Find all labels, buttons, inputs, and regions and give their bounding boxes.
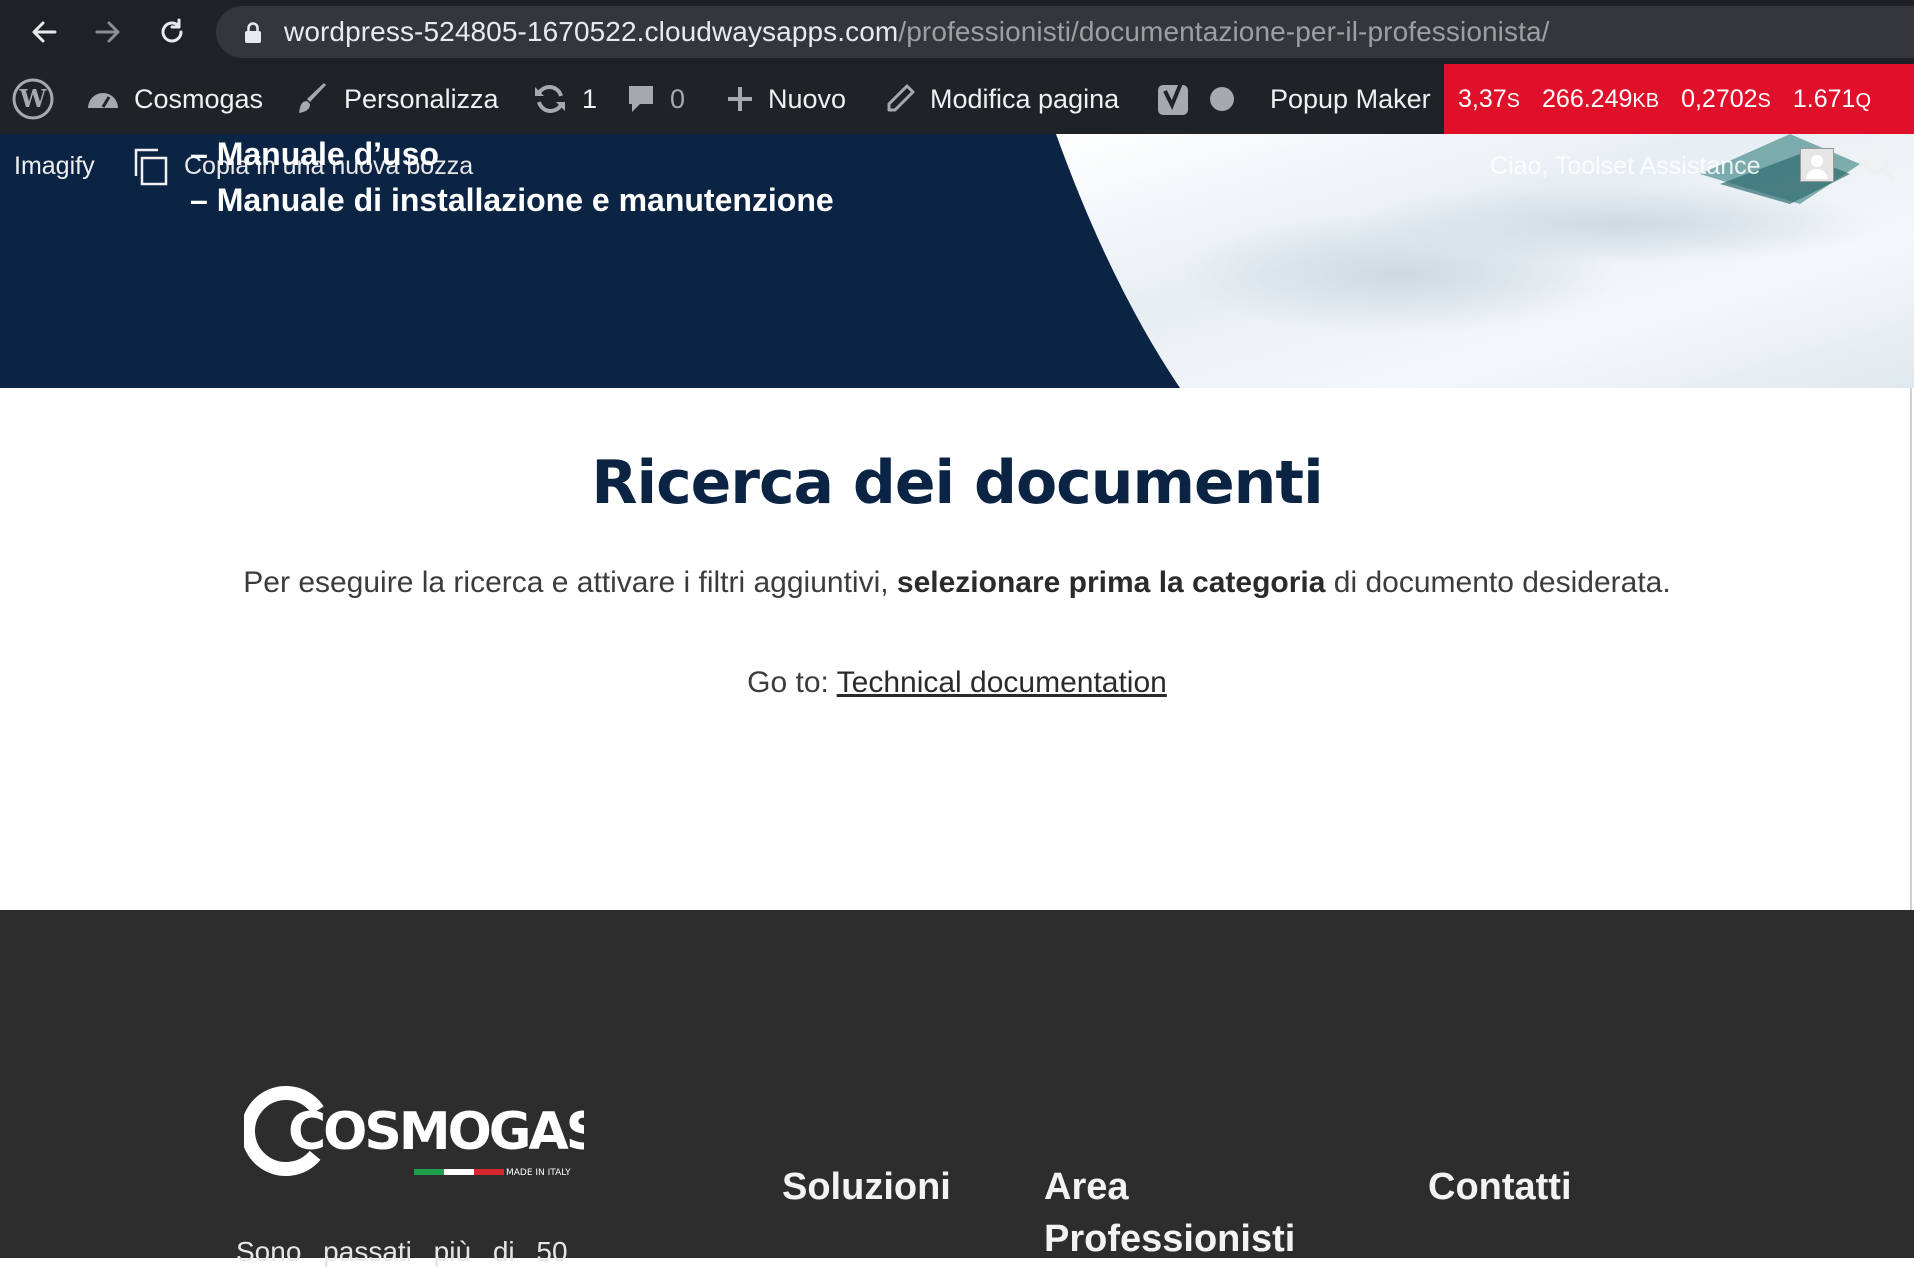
yoast-icon (1158, 82, 1188, 115)
popup-maker-label: Popup Maker (1270, 83, 1431, 114)
url-path: /professionisti/documentazione-per-il-pr… (898, 16, 1550, 47)
footer-heading-area-line1: Area (1044, 1166, 1129, 1208)
svg-text:COSMOGAS: COSMOGAS (288, 1102, 584, 1162)
page-title: Ricerca dei documenti (591, 448, 1323, 518)
comments-link[interactable]: 0 (626, 64, 685, 134)
new-label: Nuovo (768, 83, 847, 114)
arrow-left-icon (32, 21, 57, 43)
forward-button[interactable] (88, 12, 128, 52)
reload-icon (161, 18, 183, 43)
comments-count: 0 (670, 83, 686, 114)
imagify-link[interactable]: Imagify (14, 152, 95, 181)
updates-link[interactable]: 1 (532, 64, 597, 134)
site-name: Cosmogas (134, 83, 264, 114)
back-button[interactable] (24, 12, 64, 52)
seo-status-dot-icon (1210, 87, 1234, 111)
search-icon[interactable] (1862, 148, 1896, 182)
goto-line: Go to: Technical documentation (0, 666, 1914, 700)
technical-documentation-link[interactable]: Technical documentation (837, 666, 1167, 699)
url-text: wordpress-524805-1670522.cloudwaysapps.c… (284, 16, 1550, 48)
cosmogas-logo[interactable]: COSMOGAS MADE IN ITALY (244, 1085, 584, 1183)
qm-memory: 266.249KB (1542, 84, 1660, 113)
yoast-seo-menu[interactable] (1156, 64, 1236, 134)
edit-page-label: Modifica pagina (930, 83, 1120, 114)
new-content-menu[interactable]: Nuovo (726, 64, 846, 134)
svg-text:MADE IN ITALY: MADE IN ITALY (506, 1168, 571, 1178)
greeting-account[interactable]: Ciao, Toolset Assistance (1490, 152, 1761, 181)
hero-menu-item-installation[interactable]: – Manuale di installazione e manutenzion… (190, 182, 834, 219)
wp-admin-bar: W Cosmogas Personalizza 1 0 Nuovo Modifi… (0, 64, 1914, 134)
svg-text:W: W (19, 84, 48, 113)
arrow-right-icon (95, 21, 120, 43)
intro-text-end: di documento desiderata. (1325, 566, 1671, 599)
hero-menu-item-manual[interactable]: – Manuale d’uso (190, 136, 439, 173)
copy-icon[interactable] (130, 146, 172, 188)
updates-count: 1 (582, 83, 598, 114)
avatar[interactable] (1800, 148, 1834, 182)
lock-icon (245, 22, 261, 43)
dashboard-icon (88, 93, 118, 108)
footer-about-text: Sono passati più di 50 (236, 1236, 568, 1267)
footer-heading-soluzioni: Soluzioni (782, 1166, 951, 1208)
url-host: wordpress-524805-1670522.cloudwaysapps.c… (284, 16, 899, 47)
plus-icon (728, 87, 752, 111)
address-bar[interactable]: wordpress-524805-1670522.cloudwaysapps.c… (216, 6, 1914, 58)
edit-page-link[interactable]: Modifica pagina (884, 64, 1119, 134)
footer-heading-contatti: Contatti (1428, 1166, 1572, 1208)
customize-link[interactable]: Personalizza (296, 64, 499, 134)
brush-icon (299, 83, 326, 113)
intro-text-start: Per eseguire la ricerca e attivare i fil… (243, 566, 897, 599)
footer-heading-area-line2: Professionisti (1044, 1218, 1296, 1260)
wordpress-menu[interactable]: W (12, 64, 54, 134)
browser-toolbar: wordpress-524805-1670522.cloudwaysapps.c… (0, 0, 1914, 64)
qm-time: 3,37S (1458, 84, 1521, 113)
user-icon (1806, 155, 1828, 179)
query-monitor-menu[interactable]: 3,37S 266.249KB 0,2702S 1.671Q (1444, 64, 1914, 134)
qm-queries: 1.671Q (1792, 84, 1872, 113)
pencil-icon (887, 84, 915, 112)
reload-button[interactable] (152, 12, 192, 52)
updates-icon (535, 85, 565, 113)
site-name-menu[interactable]: Cosmogas (86, 64, 263, 134)
customize-label: Personalizza (344, 83, 499, 114)
comment-icon (629, 86, 653, 112)
intro-text: Per eseguire la ricerca e attivare i fil… (0, 566, 1914, 600)
intro-text-bold: selezionare prima la categoria (896, 566, 1326, 599)
qm-db-time: 0,2702S (1681, 84, 1771, 113)
site-footer (0, 910, 1914, 1258)
wordpress-logo-icon: W (12, 78, 54, 120)
goto-label: Go to: (747, 666, 837, 699)
content-edge (1910, 388, 1912, 910)
popup-maker-menu[interactable]: Popup Maker (1256, 64, 1431, 134)
